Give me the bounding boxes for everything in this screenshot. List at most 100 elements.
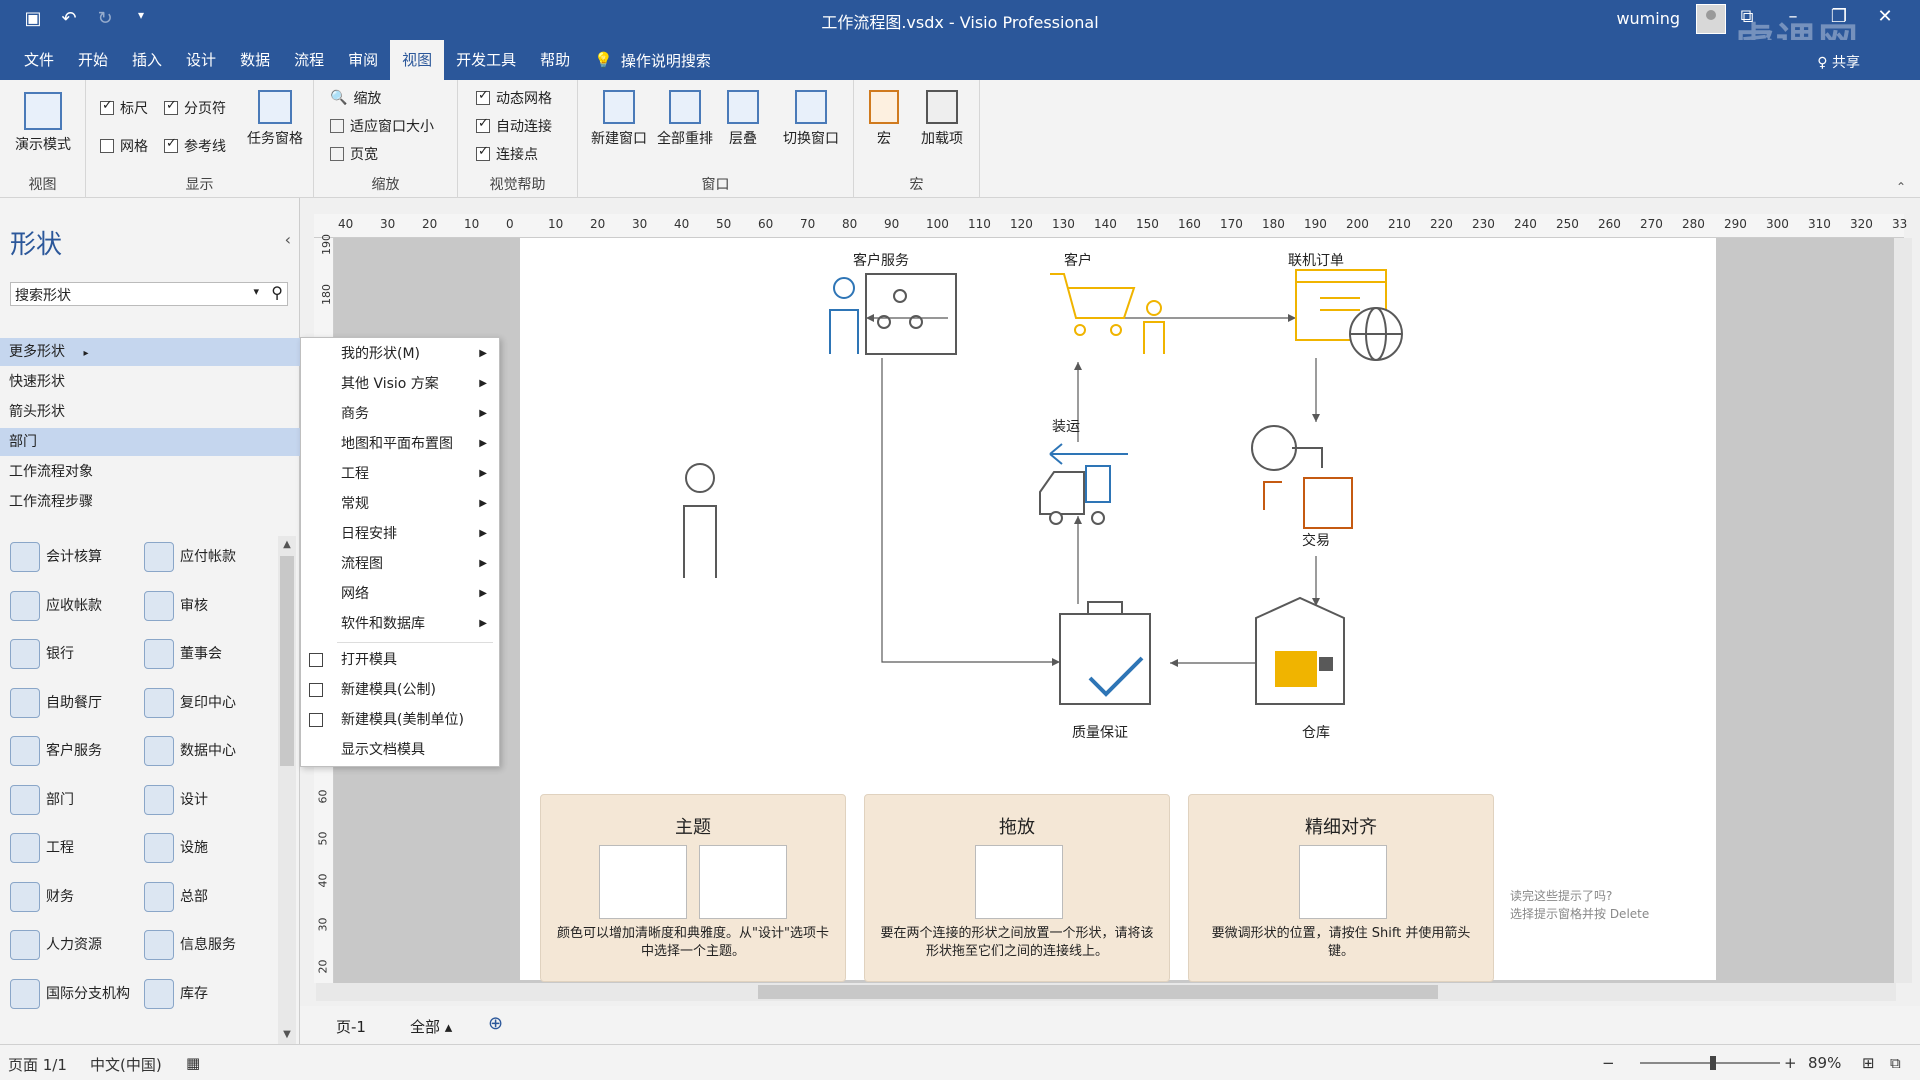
grid-checkbox[interactable]: 网格 [100,136,148,156]
stencil-arrow-shapes[interactable]: 箭头形状 [0,398,300,426]
fit-page-icon[interactable]: ⊞ [1862,1054,1875,1072]
collapse-ribbon-icon[interactable]: ⌃ [1896,180,1906,194]
menu-item[interactable]: 日程安排 ▶ [301,520,499,548]
page-tab-1[interactable]: 页-1 [336,1016,366,1037]
share-button[interactable]: ♀ 共享 [1817,52,1860,72]
menu-item[interactable]: 新建模具(公制) [301,676,499,704]
tab-design[interactable]: 设计 [174,40,228,80]
stencil-workflow-objects[interactable]: 工作流程对象 [0,458,300,486]
language-status[interactable]: 中文(中国) [90,1054,162,1075]
tab-insert[interactable]: 插入 [120,40,174,80]
shape-item[interactable]: 信息服务 [144,930,274,960]
tab-developer[interactable]: 开发工具 [444,40,528,80]
stencil-workflow-steps[interactable]: 工作流程步骤 [0,488,300,516]
shape-item[interactable]: 部门 [10,784,140,815]
tab-review[interactable]: 审阅 [336,40,390,80]
ribbon-display-icon[interactable]: ⧉ [1724,6,1770,27]
cascade-button[interactable]: 层叠 [718,90,768,148]
shape-item[interactable]: 财务 [10,881,140,912]
all-pages-button[interactable]: 全部 ▴ [410,1016,452,1037]
menu-item[interactable]: 打开模具 [301,646,499,674]
page-width-button[interactable]: 页宽 [330,144,378,164]
tab-help[interactable]: 帮助 [528,40,582,80]
stencil-more-shapes[interactable]: 更多形状 ▸ [0,338,300,366]
menu-item[interactable]: 常规 ▶ [301,490,499,518]
shape-item[interactable]: 总部 [144,881,274,912]
menu-item[interactable]: 我的形状(M) ▶ [301,340,499,368]
search-icon[interactable]: ⚲ [271,283,283,302]
shape-item[interactable]: 银行 [10,639,140,669]
zoom-slider-knob[interactable] [1710,1056,1716,1070]
zoom-button[interactable]: 🔍 缩放 [330,88,381,108]
scroll-down-icon[interactable]: ▼ [278,1026,296,1044]
shape-item[interactable]: 复印中心 [144,687,274,718]
task-panes-button[interactable]: 任务窗格 [240,90,310,148]
macro-record-icon[interactable]: ▦ [186,1054,200,1072]
zoom-slider[interactable] [1640,1056,1780,1070]
shape-item[interactable]: 会计核算 [10,542,140,572]
switch-window-button[interactable]: 切换窗口 [774,90,848,148]
shape-item[interactable]: 应付帐款 [144,542,274,572]
shape-item[interactable]: 董事会 [144,639,274,669]
ruler-checkbox[interactable]: 标尺 [100,98,148,118]
tip-card-drag-drop[interactable]: 拖放 要在两个连接的形状之间放置一个形状，请将该形状拖至它们之间的连接线上。 [864,794,1170,982]
page-count[interactable]: 页面 1/1 [8,1054,67,1075]
close-icon[interactable]: ✕ [1862,6,1908,27]
menu-item[interactable]: 显示文档模具 [301,736,499,764]
shape-item[interactable]: 自助餐厅 [10,687,140,718]
pagebreaks-checkbox[interactable]: 分页符 [164,98,226,118]
tab-home[interactable]: 开始 [66,40,120,80]
shape-item[interactable]: 审核 [144,590,274,621]
scroll-thumb[interactable] [758,985,1438,999]
scroll-thumb[interactable] [280,556,294,766]
presentation-mode-button[interactable]: 演示模式 [8,92,78,154]
autoconnect-checkbox[interactable]: 自动连接 [476,116,552,136]
macros-button[interactable]: 宏 [864,90,904,148]
shape-item[interactable]: 工程 [10,833,140,863]
addins-button[interactable]: 加载项 [912,90,972,148]
zoom-level[interactable]: 89% [1808,1054,1841,1072]
tip-card-fine-align[interactable]: 精细对齐 要微调形状的位置，请按住 Shift 并使用箭头键。 [1188,794,1494,982]
new-window-button[interactable]: 新建窗口 [586,90,652,148]
tell-me-search[interactable]: 💡 操作说明搜索 [594,50,711,71]
zoom-out-icon[interactable]: − [1602,1054,1615,1072]
tab-process[interactable]: 流程 [282,40,336,80]
restore-icon[interactable]: ❐ [1816,6,1862,27]
shape-item[interactable]: 人力资源 [10,930,140,960]
guides-checkbox[interactable]: 参考线 [164,136,226,156]
shape-item[interactable]: 数据中心 [144,736,274,766]
shapes-scrollbar[interactable]: ▲ ▼ [278,536,296,1044]
zoom-in-icon[interactable]: + [1784,1054,1797,1072]
menu-item[interactable]: 其他 Visio 方案 ▶ [301,370,499,398]
tab-data[interactable]: 数据 [228,40,282,80]
search-shapes-input[interactable]: 搜索形状 ▾ ⚲ [10,282,288,306]
fit-window-button[interactable]: 适应窗口大小 [330,116,434,136]
arrange-all-button[interactable]: 全部重排 [652,90,718,148]
search-dropdown-icon[interactable]: ▾ [253,285,259,298]
avatar[interactable] [1696,4,1726,34]
drawing-canvas[interactable]: 客户服务 客户 联机订单 装运 交易 质量保证 仓库 主题 颜色可以增加清晰度和… [334,238,1904,983]
stencil-quick-shapes[interactable]: 快速形状 [0,368,300,396]
shape-item[interactable]: 库存 [144,978,274,1009]
user-name[interactable]: wuming [1616,9,1680,28]
connection-points-checkbox[interactable]: 连接点 [476,144,538,164]
canvas-horizontal-scrollbar[interactable] [316,983,1896,1001]
canvas-vertical-scrollbar[interactable] [1894,238,1912,983]
shape-item[interactable]: 国际分支机构 [10,978,140,1009]
tip-card-theme[interactable]: 主题 颜色可以增加清晰度和典雅度。从"设计"选项卡中选择一个主题。 [540,794,846,982]
minimize-icon[interactable]: – [1770,6,1816,27]
stencil-departments[interactable]: 部门 [0,428,300,456]
menu-item[interactable]: 软件和数据库 ▶ [301,610,499,638]
menu-item[interactable]: 流程图 ▶ [301,550,499,578]
menu-item[interactable]: 工程 ▶ [301,460,499,488]
shape-item[interactable]: 应收帐款 [10,590,140,621]
switch-windows-icon[interactable]: ⧉ [1890,1054,1901,1072]
menu-item[interactable]: 网络 ▶ [301,580,499,608]
menu-item[interactable]: 地图和平面布置图 ▶ [301,430,499,458]
menu-item[interactable]: 新建模具(美制单位) [301,706,499,734]
add-page-icon[interactable]: ⊕ [488,1013,503,1034]
menu-item[interactable]: 商务 ▶ [301,400,499,428]
shape-item[interactable]: 设施 [144,833,274,863]
tab-view[interactable]: 视图 [390,40,445,80]
dynamic-grid-checkbox[interactable]: 动态网格 [476,88,552,108]
